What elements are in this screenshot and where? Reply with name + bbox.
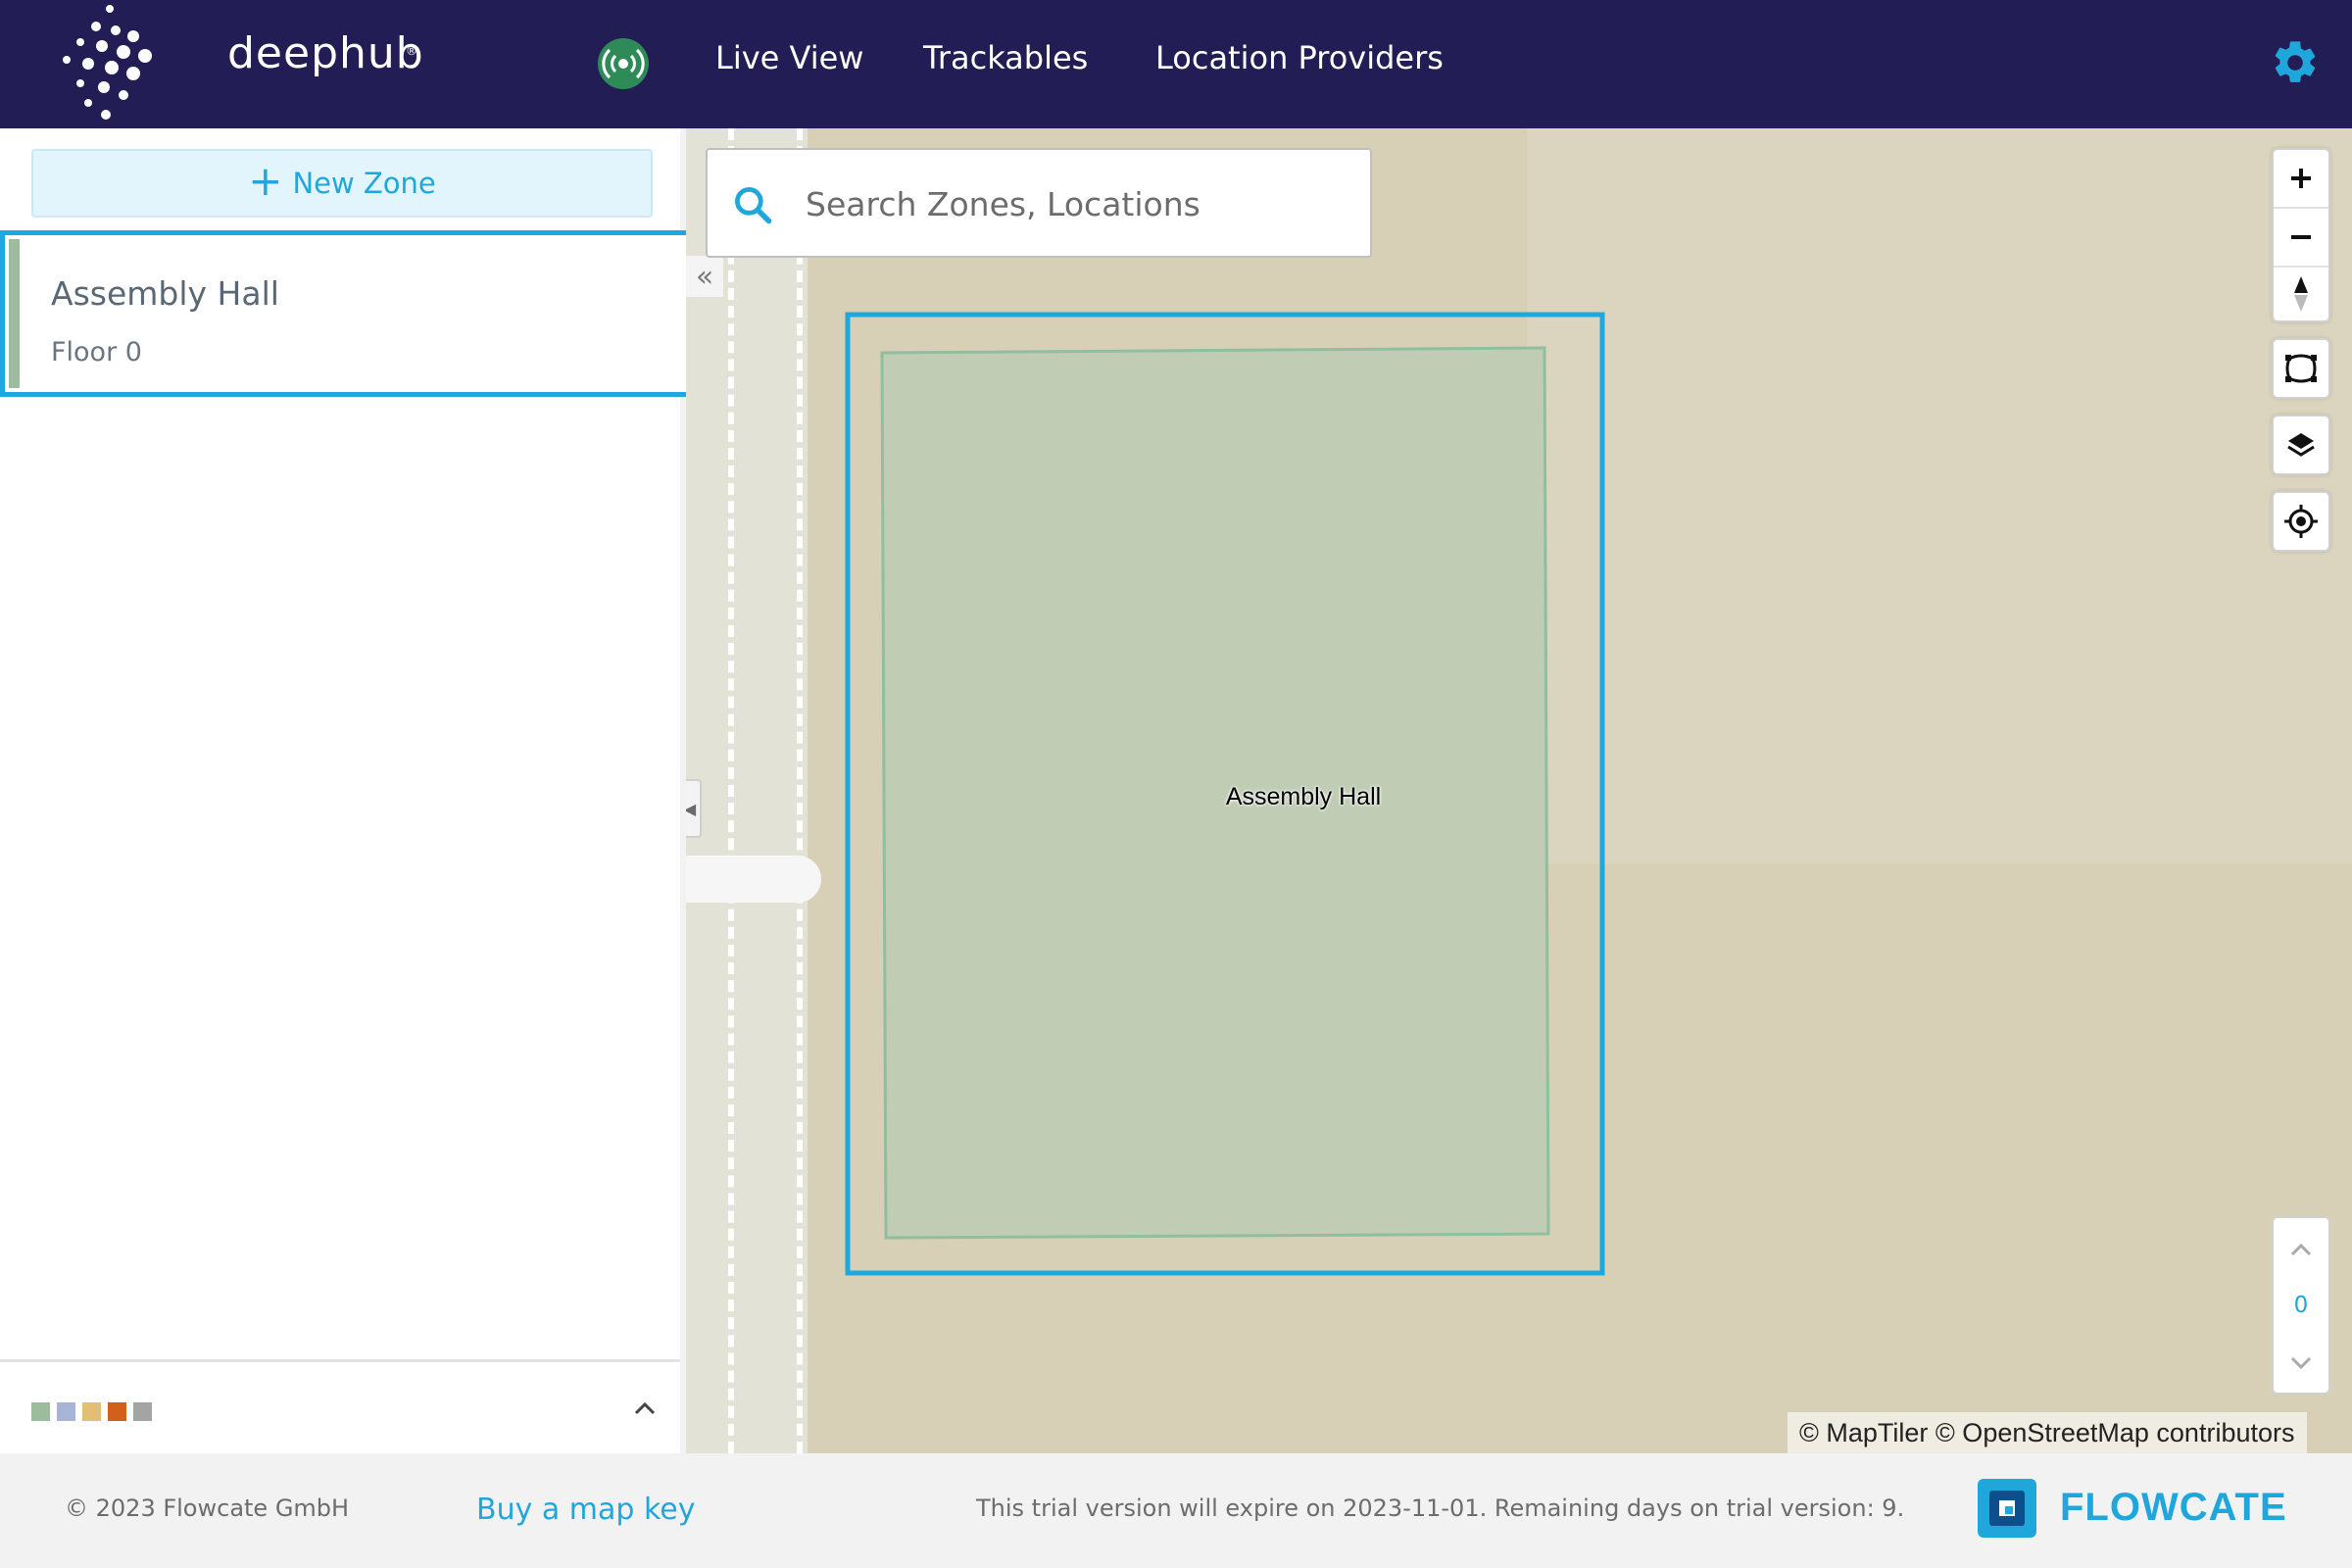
layers-control xyxy=(2272,415,2330,475)
compass-icon[interactable] xyxy=(2274,266,2328,322)
new-zone-label: New Zone xyxy=(292,167,436,200)
gear-icon[interactable] xyxy=(2270,37,2321,88)
zone-color-strip xyxy=(9,239,20,388)
legend-swatch xyxy=(108,1402,126,1421)
buy-map-key-link[interactable]: Buy a map key xyxy=(476,1493,696,1527)
search-icon xyxy=(735,187,772,224)
chevron-up-icon[interactable] xyxy=(628,1392,662,1425)
map-canvas[interactable]: Assembly Hall « ◀ Search Zones, Location… xyxy=(686,128,2352,1453)
zone-list-item[interactable]: Assembly Hall Floor 0 xyxy=(0,230,694,397)
fit-bounds-control xyxy=(2272,338,2330,399)
nav-trackables[interactable]: Trackables xyxy=(923,39,1088,76)
zone-map-label: Assembly Hall xyxy=(1225,783,1382,810)
zone-legend-bar xyxy=(0,1359,680,1453)
trial-notice: This trial version will expire on 2023-1… xyxy=(976,1494,1905,1522)
copyright-text: © 2023 Flowcate GmbH xyxy=(65,1494,350,1522)
layers-icon[interactable] xyxy=(2274,416,2328,473)
deephub-logo-mark xyxy=(63,5,152,120)
floor-value: 0 xyxy=(2293,1293,2309,1318)
chevron-down-icon[interactable] xyxy=(2283,1346,2319,1381)
locate-control xyxy=(2272,491,2330,552)
flowcate-logo-icon xyxy=(1978,1479,2036,1538)
broadcast-icon[interactable] xyxy=(598,38,649,89)
legend-swatch xyxy=(82,1402,101,1421)
registered-mark: ® xyxy=(406,44,417,58)
plus-icon[interactable] xyxy=(2274,150,2328,207)
zones-sidebar: + New Zone Assembly Hall Floor 0 xyxy=(0,128,694,1453)
map-search-box xyxy=(706,148,1372,258)
plus-icon: + xyxy=(248,157,283,205)
map-attribution[interactable]: © MapTiler © OpenStreetMap contributors xyxy=(1788,1412,2307,1453)
zoom-controls xyxy=(2272,148,2330,322)
deephub-logo[interactable]: deephub ® xyxy=(59,5,423,124)
zone-floor: Floor 0 xyxy=(51,337,142,368)
locate-icon[interactable] xyxy=(2274,493,2328,550)
legend-swatch xyxy=(31,1402,50,1421)
nav-location-providers[interactable]: Location Providers xyxy=(1155,39,1444,76)
sidebar-toggle-handle[interactable]: ◀ xyxy=(686,779,702,838)
fit-bounds-icon[interactable] xyxy=(2274,340,2328,397)
nav-live-view[interactable]: Live View xyxy=(715,39,863,76)
zone-name: Assembly Hall xyxy=(51,274,279,313)
top-navigation-bar: deephub ® Live View Trackables Location … xyxy=(0,0,2352,128)
company-name: FLOWCATE xyxy=(2060,1486,2287,1529)
legend-swatch xyxy=(133,1402,152,1421)
chevron-up-icon[interactable] xyxy=(2283,1232,2319,1267)
legend-swatch xyxy=(57,1402,75,1421)
brand-name: deephub xyxy=(227,28,424,78)
footer: © 2023 Flowcate GmbH Buy a map key This … xyxy=(0,1453,2352,1568)
zone-polygon-layer xyxy=(845,312,1605,1276)
new-zone-button[interactable]: + New Zone xyxy=(31,149,653,218)
minus-icon[interactable] xyxy=(2274,209,2328,266)
search-input[interactable] xyxy=(806,173,1354,234)
double-chevron-left-icon[interactable]: « xyxy=(686,256,723,297)
floor-selector: 0 xyxy=(2272,1216,2330,1395)
